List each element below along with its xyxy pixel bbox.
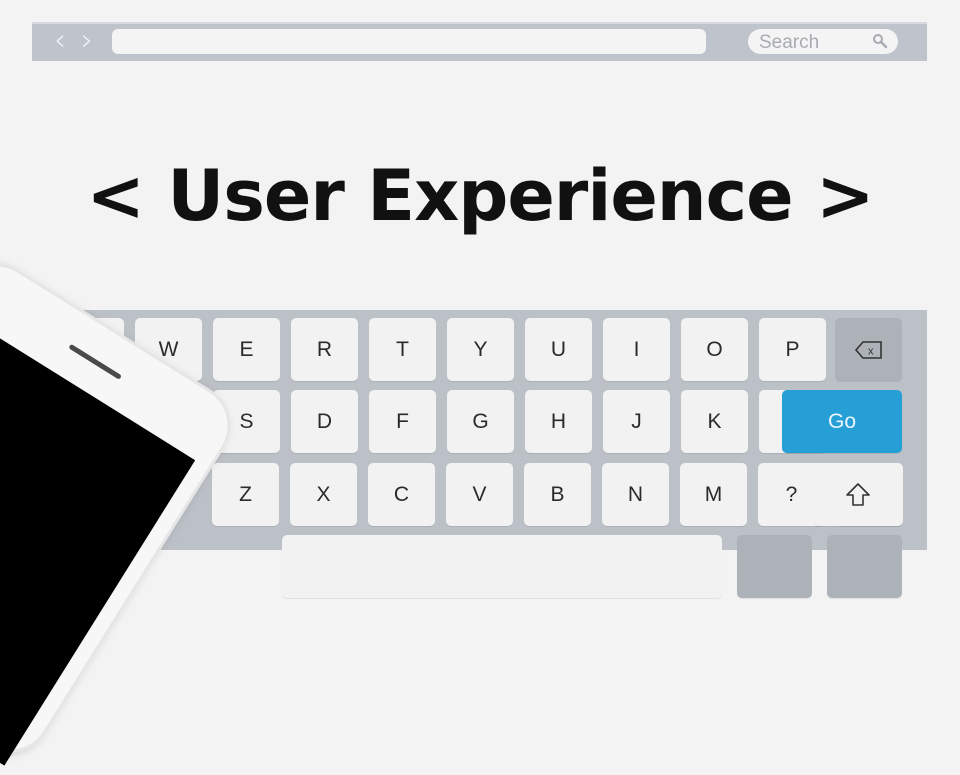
phone-screen (0, 315, 196, 766)
chevron-left-icon[interactable]: ‹ (52, 26, 68, 56)
svg-text:x: x (868, 345, 874, 357)
key-bottom-special-2[interactable] (827, 535, 902, 598)
search-placeholder: Search (759, 32, 820, 53)
browser-toolbar: ‹ › Search (32, 22, 927, 61)
key-t[interactable]: T (369, 318, 436, 381)
key-u[interactable]: U (525, 318, 592, 381)
key-g[interactable]: G (447, 390, 514, 453)
key-e[interactable]: E (213, 318, 280, 381)
backspace-key[interactable]: x (835, 318, 902, 381)
key-k[interactable]: K (681, 390, 748, 453)
key-i[interactable]: I (603, 318, 670, 381)
key-o[interactable]: O (681, 318, 748, 381)
search-input[interactable]: Search (748, 29, 898, 54)
space-bar[interactable] (282, 535, 722, 598)
shift-key[interactable] (814, 463, 902, 526)
shift-icon (846, 482, 870, 506)
key-b[interactable]: B (524, 463, 591, 526)
key-bottom-special-1[interactable] (737, 535, 812, 598)
search-icon[interactable] (872, 33, 888, 49)
key-c[interactable]: C (368, 463, 435, 526)
key-f[interactable]: F (369, 390, 436, 453)
key-m[interactable]: M (680, 463, 747, 526)
key-z[interactable]: Z (212, 463, 279, 526)
key-n[interactable]: N (602, 463, 669, 526)
key-x[interactable]: X (290, 463, 357, 526)
key-y[interactable]: Y (447, 318, 514, 381)
key-j[interactable]: J (603, 390, 670, 453)
key-h[interactable]: H (525, 390, 592, 453)
key-d[interactable]: D (291, 390, 358, 453)
key-v[interactable]: V (446, 463, 513, 526)
key-p[interactable]: P (759, 318, 826, 381)
go-button[interactable]: Go (782, 390, 902, 453)
phone-speaker (68, 343, 122, 380)
chevron-right-icon[interactable]: › (79, 26, 95, 56)
url-input[interactable] (112, 29, 706, 54)
key-r[interactable]: R (291, 318, 358, 381)
page-title: < User Experience > (86, 155, 874, 237)
backspace-icon: x (854, 340, 882, 359)
